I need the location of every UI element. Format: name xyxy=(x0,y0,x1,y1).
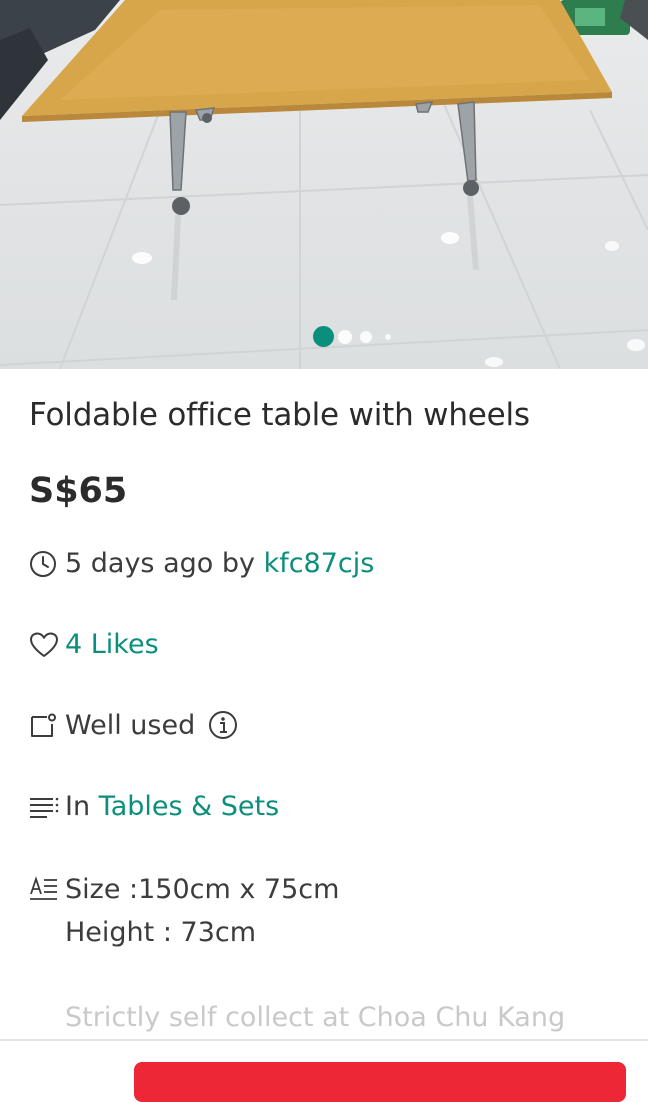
condition-label: Well used xyxy=(65,710,196,741)
category-link[interactable]: Tables & Sets xyxy=(99,791,280,822)
list-icon xyxy=(29,793,59,821)
category-prefix: In xyxy=(65,791,99,822)
description-line-faded: Strictly self collect at Choa Chu Kang xyxy=(65,1002,566,1033)
primary-action-button[interactable] xyxy=(134,1062,626,1102)
clock-icon xyxy=(29,550,57,578)
listing-price: S$65 xyxy=(29,471,128,511)
listing-title: Foldable office table with wheels xyxy=(29,397,530,433)
info-icon[interactable] xyxy=(208,710,238,740)
product-photo xyxy=(0,0,648,369)
description-line: Size :150cm x 75cm xyxy=(65,874,340,905)
heart-icon[interactable] xyxy=(29,631,58,659)
tag-icon xyxy=(29,712,57,740)
carousel-dot[interactable] xyxy=(385,334,391,340)
carousel-dot-active[interactable] xyxy=(313,326,334,347)
carousel-dot[interactable] xyxy=(360,331,372,343)
carousel-dot[interactable] xyxy=(338,330,352,344)
posted-time: 5 days ago by xyxy=(65,548,264,579)
description-line: Height : 73cm xyxy=(65,917,257,948)
text-format-icon xyxy=(29,874,59,904)
description: Size :150cm x 75cm Height : 73cm xyxy=(65,868,339,954)
carousel-indicator xyxy=(0,326,648,347)
seller-link[interactable]: kfc87cjs xyxy=(264,548,375,579)
product-photo-carousel[interactable] xyxy=(0,0,648,369)
likes-count[interactable]: 4 Likes xyxy=(65,625,159,665)
